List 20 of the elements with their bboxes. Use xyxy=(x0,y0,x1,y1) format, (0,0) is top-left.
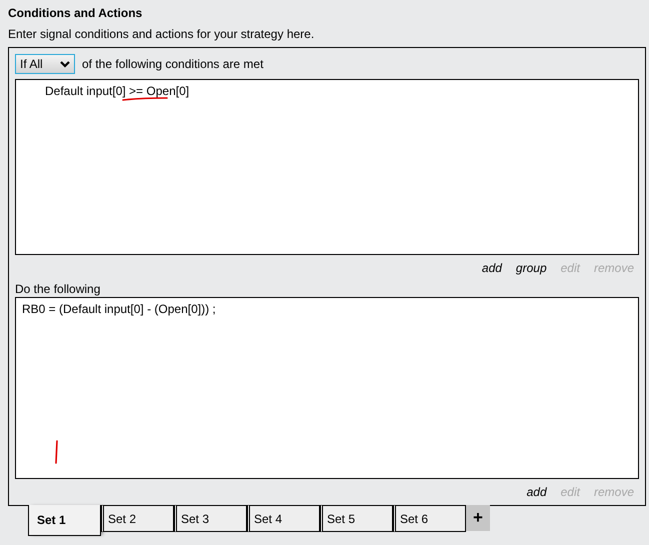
add-tab-button[interactable]: + xyxy=(466,505,490,531)
link[interactable]: add xyxy=(482,261,502,275)
set-tab[interactable]: Set 1 xyxy=(28,505,101,536)
description: Enter signal conditions and actions for your strategy here. xyxy=(8,27,316,42)
set-tab[interactable]: Set 3 xyxy=(174,505,247,532)
set-tab[interactable]: Set 5 xyxy=(320,505,393,532)
set-tab[interactable]: Set 2 xyxy=(101,505,174,532)
condition-label: of the following conditions are met xyxy=(82,57,264,71)
link[interactable]: group xyxy=(516,261,547,275)
section-title: Conditions and Actions xyxy=(8,5,144,21)
chevron-icon xyxy=(60,60,70,68)
mode-dropdown[interactable]: If All xyxy=(15,54,75,74)
set-tab[interactable]: Set 6 xyxy=(393,505,466,532)
action-item[interactable]: RB0 = (Default input[0] - (Open[0])) ; xyxy=(22,302,216,316)
set-tab[interactable]: Set 4 xyxy=(247,505,320,532)
underline-mark xyxy=(121,96,169,102)
link[interactable]: add xyxy=(526,485,547,499)
stroke-mark xyxy=(54,439,59,465)
actions-label: Do the following xyxy=(15,281,102,297)
condition-item[interactable]: Default input[0] >= Open[0] xyxy=(45,84,190,98)
